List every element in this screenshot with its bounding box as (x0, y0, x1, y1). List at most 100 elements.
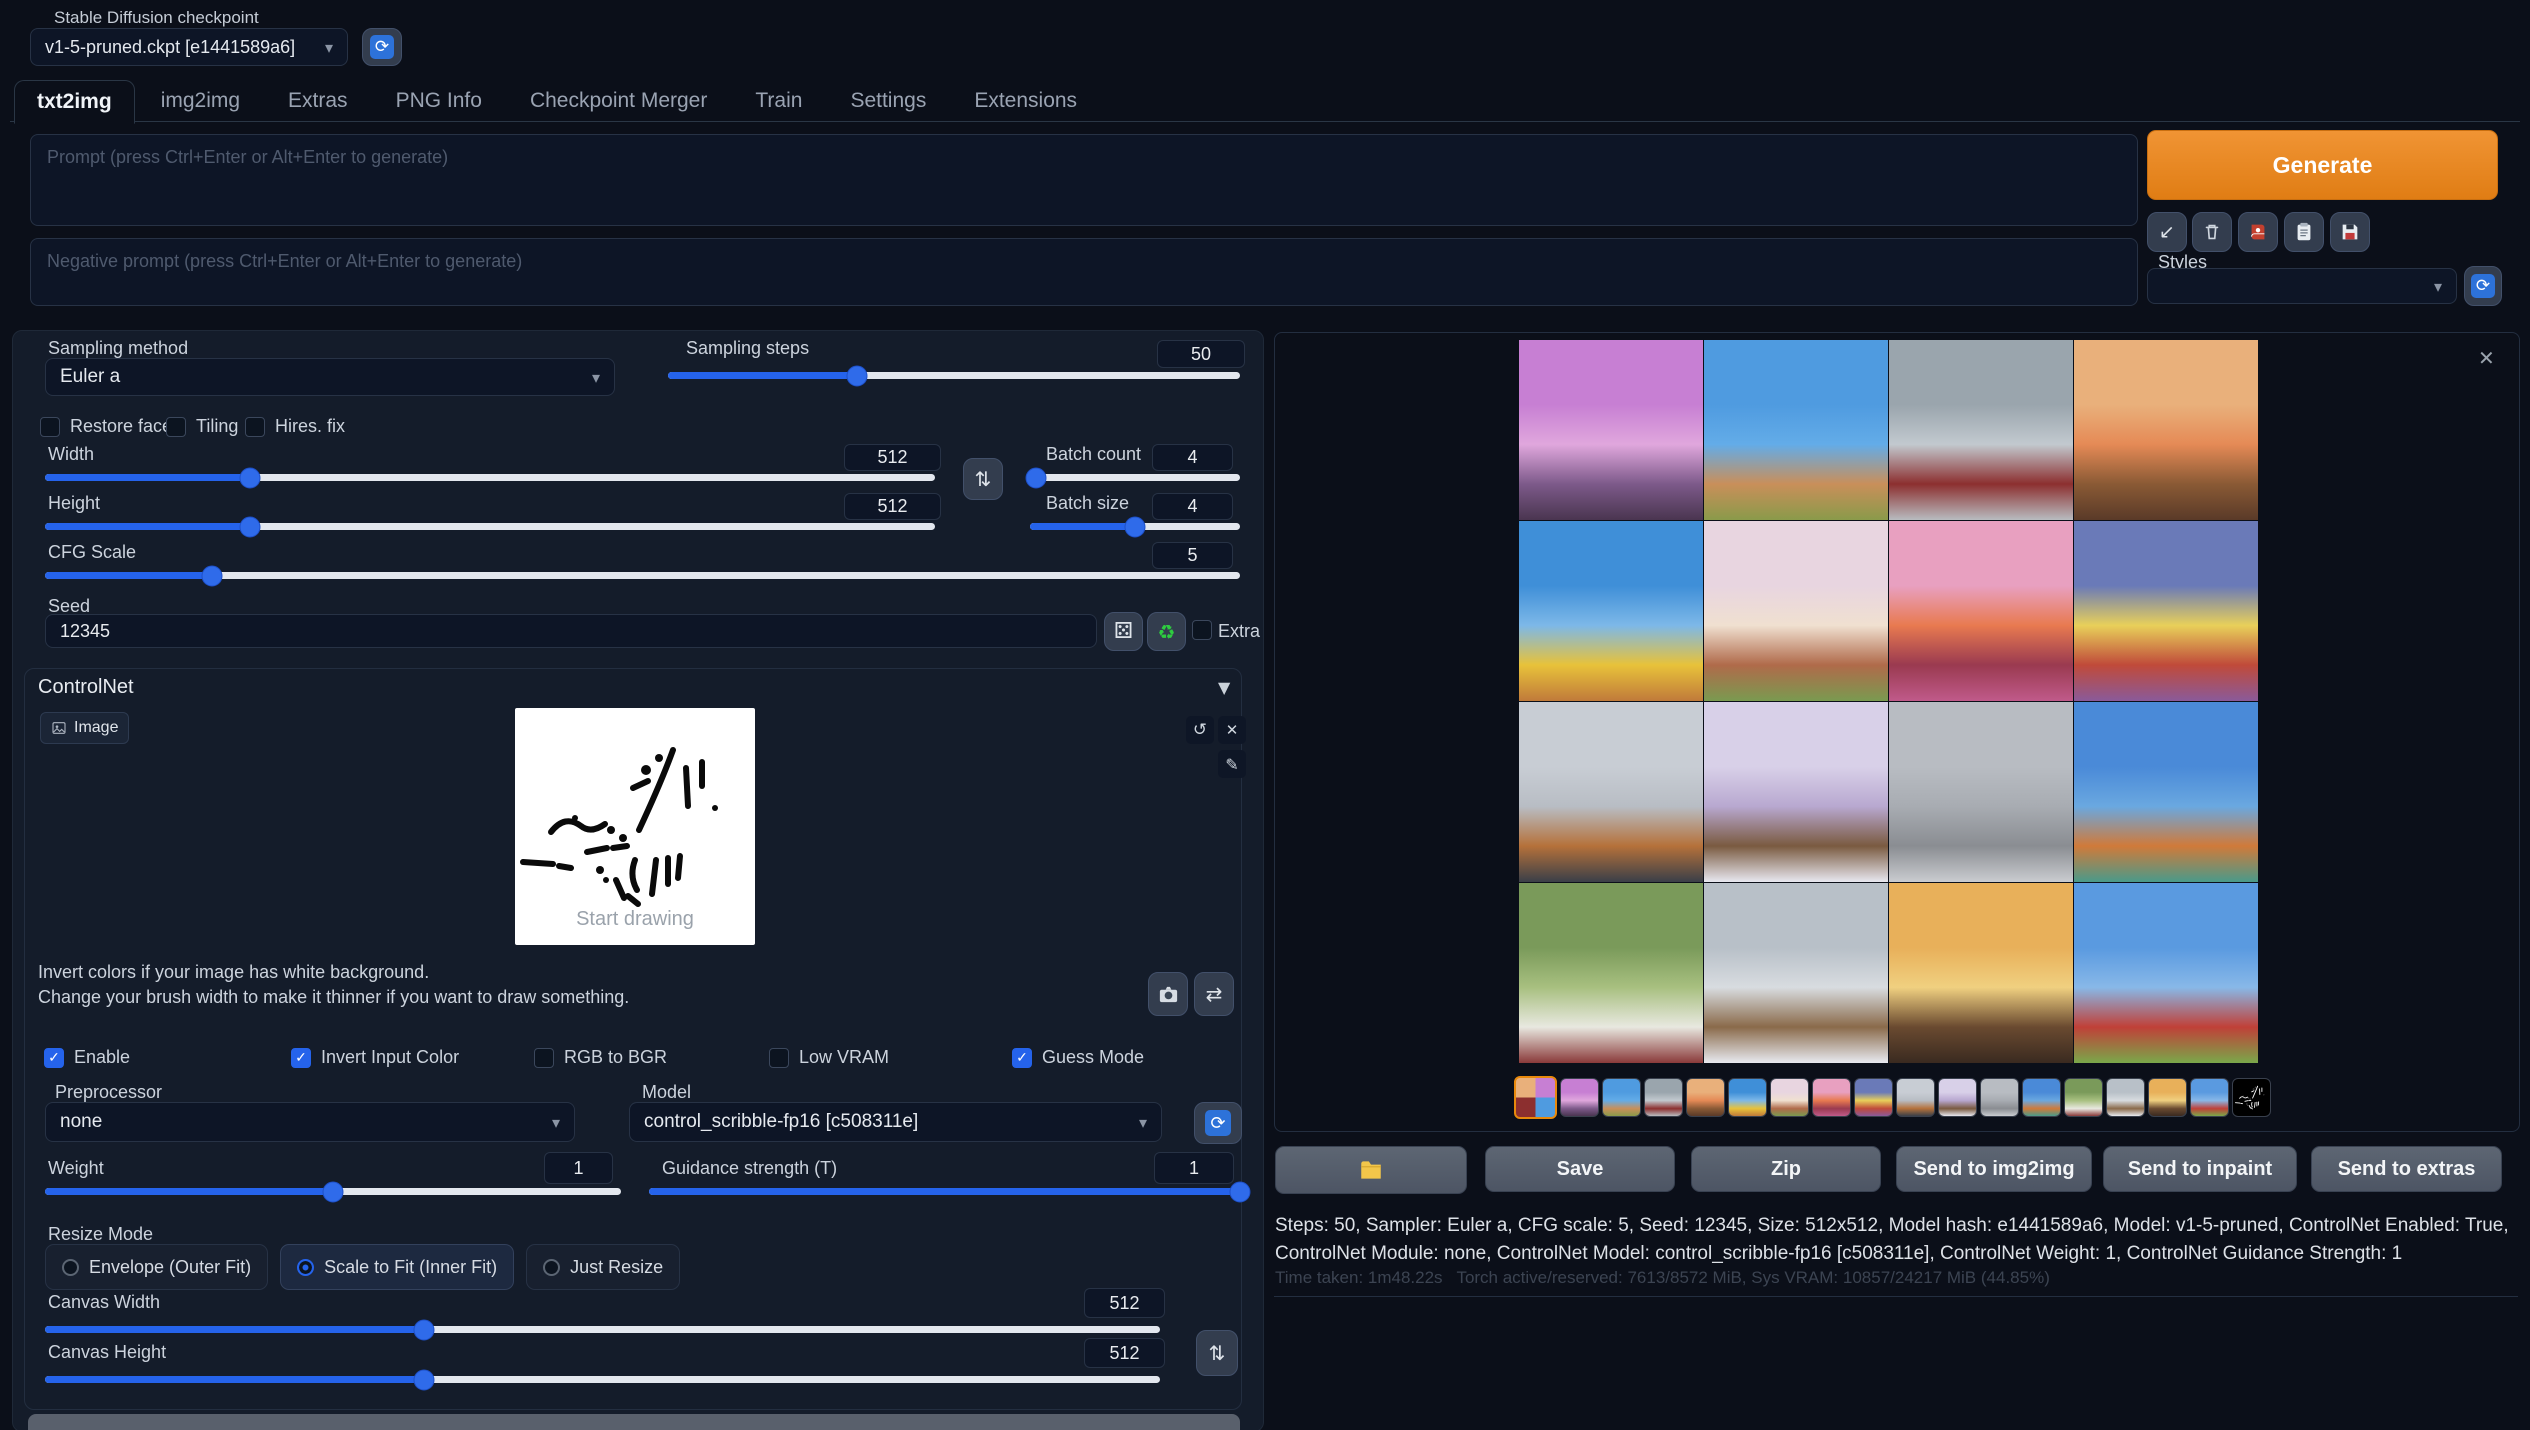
tab-train[interactable]: Train (733, 80, 824, 122)
clear-prompt-button[interactable] (2192, 212, 2232, 252)
styles-refresh-button[interactable]: ⟳ (2464, 266, 2502, 306)
controlnet-title[interactable]: ControlNet (38, 676, 134, 699)
checkbox-guess-mode[interactable]: Guess Mode (1012, 1047, 1144, 1068)
resize-mode-scale-to-fit-inner-fit-[interactable]: Scale to Fit (Inner Fit) (280, 1244, 514, 1290)
thumbnail-5[interactable] (1728, 1078, 1767, 1117)
gallery-image-11[interactable] (1889, 702, 2073, 882)
guidance-strength-value[interactable]: 1 (1154, 1152, 1234, 1184)
thumbnail-11[interactable] (1980, 1078, 2019, 1117)
checkpoint-dropdown[interactable]: v1-5-pruned.ckpt [e1441589a6] ▾ (30, 28, 348, 66)
checkbox-box[interactable] (534, 1048, 554, 1068)
send-to-inpaint-button[interactable]: Send to inpaint (2103, 1146, 2297, 1192)
thumbnail-10[interactable] (1938, 1078, 1977, 1117)
thumbnail-16[interactable] (2190, 1078, 2229, 1117)
gallery-image-2[interactable] (1704, 340, 1888, 520)
guidance-strength-slider[interactable] (649, 1188, 1240, 1195)
undo-icon[interactable]: ↺ (1186, 716, 1214, 744)
batch-size-value[interactable]: 4 (1152, 493, 1233, 520)
preprocessor-dropdown[interactable]: none ▾ (45, 1102, 575, 1142)
thumbnail-8[interactable] (1854, 1078, 1893, 1117)
tab-extensions[interactable]: Extensions (952, 80, 1099, 122)
cfg-scale-slider[interactable] (45, 572, 1240, 579)
canvas-height-value[interactable]: 512 (1084, 1338, 1165, 1368)
slider-handle[interactable] (323, 1181, 344, 1202)
canvas-width-value[interactable]: 512 (1084, 1288, 1165, 1318)
save-button[interactable]: Save (1485, 1146, 1675, 1192)
batch-count-value[interactable]: 4 (1152, 444, 1233, 471)
tab-png-info[interactable]: PNG Info (374, 80, 504, 122)
reuse-seed-button[interactable]: ♻ (1147, 612, 1186, 651)
sampling-method-dropdown[interactable]: Euler a ▾ (45, 358, 615, 396)
width-value[interactable]: 512 (844, 444, 941, 471)
checkbox-box[interactable] (769, 1048, 789, 1068)
zip-button[interactable]: Zip (1691, 1146, 1881, 1192)
apply-style-button[interactable] (2284, 212, 2324, 252)
slider-handle[interactable] (414, 1319, 435, 1340)
mirror-webcam-button[interactable]: ⇄ (1194, 972, 1234, 1016)
script-section-bar[interactable] (28, 1414, 1240, 1430)
brush-icon[interactable]: ✎ (1218, 750, 1246, 778)
height-slider[interactable] (45, 523, 935, 530)
checkbox-box[interactable] (44, 1048, 64, 1068)
checkbox-invert-input-color[interactable]: Invert Input Color (291, 1047, 459, 1068)
tab-img2img[interactable]: img2img (139, 80, 262, 122)
swap-canvas-dims-button[interactable]: ⇅ (1196, 1330, 1238, 1376)
styles-dropdown[interactable]: ▾ (2147, 268, 2457, 304)
checkbox-box[interactable] (166, 417, 186, 437)
extra-seed-checkbox[interactable] (1192, 620, 1212, 640)
checkbox-box[interactable] (40, 417, 60, 437)
canvas-width-slider[interactable] (45, 1326, 1160, 1333)
width-slider[interactable] (45, 474, 935, 481)
webcam-button[interactable] (1148, 972, 1188, 1016)
slider-handle[interactable] (239, 516, 260, 537)
checkbox-box[interactable] (1012, 1048, 1032, 1068)
tab-checkpoint-merger[interactable]: Checkpoint Merger (508, 80, 729, 122)
clear-canvas-icon[interactable]: ✕ (1218, 716, 1246, 744)
collapse-icon[interactable]: ▼ (1218, 678, 1230, 697)
send-to-extras-button[interactable]: Send to extras (2311, 1146, 2502, 1192)
negative-prompt-input[interactable] (30, 238, 2138, 306)
checkbox-tiling[interactable]: Tiling (166, 416, 238, 437)
seed-input[interactable]: 12345 (45, 614, 1097, 648)
cfg-scale-value[interactable]: 5 (1152, 542, 1233, 569)
resize-mode-just-resize[interactable]: Just Resize (526, 1244, 680, 1290)
model-refresh-button[interactable]: ⟳ (1194, 1102, 1242, 1144)
slider-handle[interactable] (239, 467, 260, 488)
gallery-image-3[interactable] (1889, 340, 2073, 520)
checkpoint-refresh-button[interactable]: ⟳ (362, 28, 402, 66)
thumbnail-14[interactable] (2106, 1078, 2145, 1117)
swap-width-height-button[interactable]: ⇅ (963, 458, 1003, 500)
prompt-input[interactable] (30, 134, 2138, 226)
batch-size-slider[interactable] (1030, 523, 1240, 530)
sampling-steps-slider[interactable] (668, 372, 1240, 379)
close-gallery-icon[interactable]: ✕ (2478, 346, 2495, 370)
tab-settings[interactable]: Settings (828, 80, 948, 122)
gallery-image-8[interactable] (2074, 521, 2258, 701)
thumbnail-3[interactable] (1644, 1078, 1683, 1117)
thumbnail-2[interactable] (1602, 1078, 1641, 1117)
weight-slider[interactable] (45, 1188, 621, 1195)
resize-mode-envelope-outer-fit-[interactable]: Envelope (Outer Fit) (45, 1244, 268, 1290)
slider-handle[interactable] (414, 1369, 435, 1390)
slider-handle[interactable] (202, 565, 223, 586)
tab-txt2img[interactable]: txt2img (14, 80, 135, 124)
open-folder-button[interactable] (1275, 1146, 1467, 1194)
gallery-image-14[interactable] (1704, 883, 1888, 1063)
checkbox-restore-faces[interactable]: Restore faces (40, 416, 181, 437)
gallery-image-15[interactable] (1889, 883, 2073, 1063)
save-style-button[interactable] (2330, 212, 2370, 252)
slider-handle[interactable] (1230, 1181, 1251, 1202)
checkbox-low-vram[interactable]: Low VRAM (769, 1047, 889, 1068)
style-book-button[interactable] (2238, 212, 2278, 252)
gallery-image-13[interactable] (1519, 883, 1703, 1063)
thumbnail-4[interactable] (1686, 1078, 1725, 1117)
slider-handle[interactable] (1125, 516, 1146, 537)
thumbnail-1[interactable] (1560, 1078, 1599, 1117)
checkbox-box[interactable] (245, 417, 265, 437)
checkbox-hires-fix[interactable]: Hires. fix (245, 416, 345, 437)
restore-prompt-button[interactable]: ↙ (2147, 212, 2187, 252)
gallery-image-4[interactable] (2074, 340, 2258, 520)
model-dropdown[interactable]: control_scribble-fp16 [c508311e] ▾ (629, 1102, 1162, 1142)
gallery-image-5[interactable] (1519, 521, 1703, 701)
slider-handle[interactable] (1026, 467, 1047, 488)
